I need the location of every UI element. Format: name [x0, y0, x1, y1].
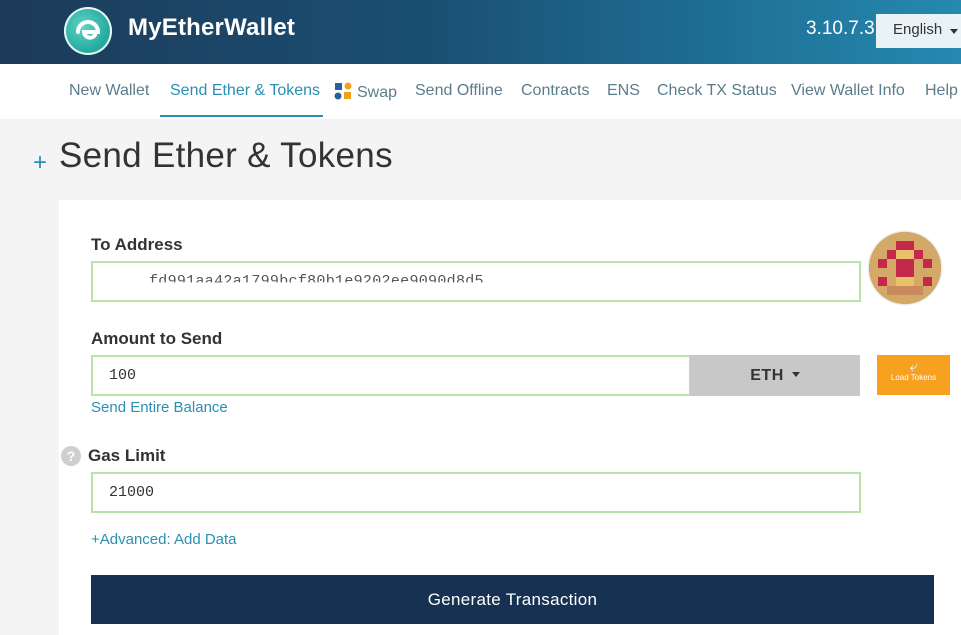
chevron-down-icon [950, 29, 958, 34]
active-tab-indicator [160, 115, 323, 117]
load-tokens-label: Load Tokens [890, 373, 937, 382]
to-address-input[interactable]: fd991aa42a1799bcf80b1e9202ee9090d8d5 [91, 261, 861, 302]
help-question-icon[interactable]: ? [61, 446, 81, 466]
currency-dropdown[interactable]: ETH [690, 355, 860, 396]
language-label: English [893, 21, 943, 38]
nav-new-wallet[interactable]: New Wallet [69, 82, 149, 100]
main-nav: New Wallet Send Ether & Tokens Swap Send… [0, 64, 961, 119]
nav-check-tx-status[interactable]: Check TX Status [657, 82, 777, 100]
load-tokens-button[interactable]: ⤶ Load Tokens [877, 355, 950, 395]
send-entire-balance-link[interactable]: Send Entire Balance [91, 399, 228, 416]
swap-icon [334, 82, 352, 100]
language-dropdown[interactable]: English [876, 14, 961, 48]
nav-swap[interactable]: Swap [334, 82, 397, 102]
advanced-add-data-link[interactable]: +Advanced: Add Data [91, 531, 237, 548]
nav-send-offline[interactable]: Send Offline [415, 82, 503, 100]
gas-limit-value: 21000 [109, 484, 155, 501]
top-header: MyEtherWallet 3.10.7.3 English [0, 0, 961, 64]
to-address-label: To Address [91, 235, 183, 254]
version-label: 3.10.7.3 [806, 18, 875, 39]
currency-label: ETH [750, 367, 784, 384]
brand-name[interactable]: MyEtherWallet [128, 14, 295, 42]
amount-input[interactable]: 100 [91, 355, 691, 396]
nav-help[interactable]: Help [925, 82, 958, 100]
generate-transaction-button[interactable]: Generate Transaction [91, 575, 934, 624]
amount-value: 100 [109, 367, 137, 384]
nav-view-wallet-info[interactable]: View Wallet Info [791, 82, 905, 100]
page-title: Send Ether & Tokens [59, 136, 393, 175]
nav-swap-label: Swap [357, 84, 398, 101]
gas-limit-label: Gas Limit [88, 446, 166, 465]
address-identicon [869, 232, 941, 304]
nav-ens[interactable]: ENS [607, 82, 640, 100]
load-arrow-icon: ⤶ [909, 358, 918, 374]
to-address-value: fd991aa42a1799bcf80b1e9202ee9090d8d5 [149, 273, 484, 290]
chevron-down-icon [791, 372, 800, 377]
amount-label: Amount to Send [91, 329, 223, 348]
gas-limit-input[interactable]: 21000 [91, 472, 861, 513]
nav-contracts[interactable]: Contracts [521, 82, 589, 100]
plus-icon[interactable]: + [33, 149, 47, 177]
nav-send-ether-tokens[interactable]: Send Ether & Tokens [170, 82, 320, 100]
myetherwallet-logo-icon[interactable] [64, 7, 112, 55]
